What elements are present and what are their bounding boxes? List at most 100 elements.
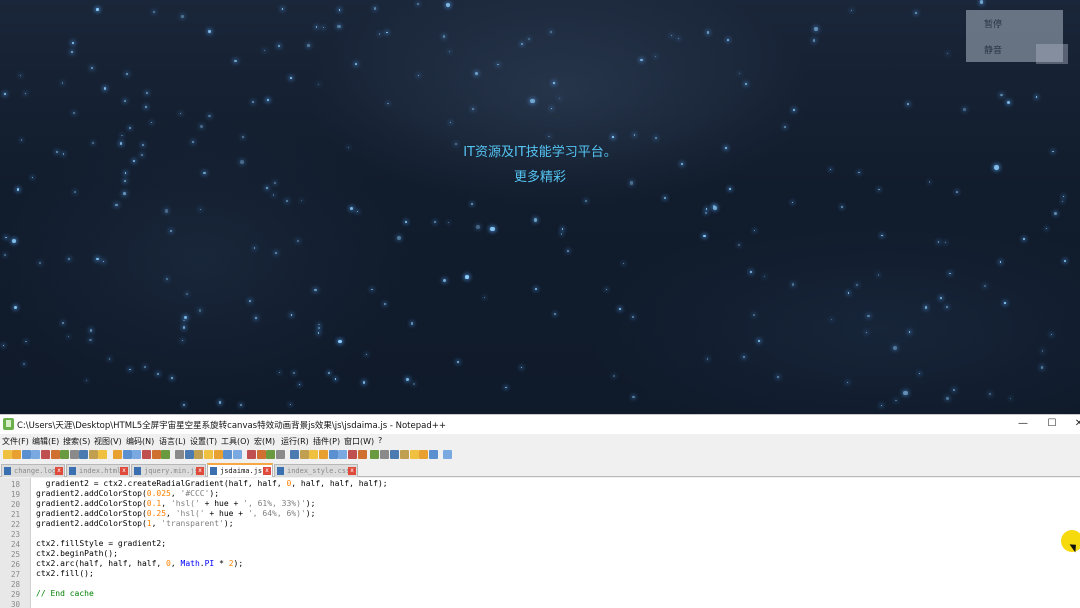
close-tab-icon[interactable]: x bbox=[263, 467, 271, 475]
close-tab-icon[interactable]: x bbox=[55, 467, 63, 475]
star bbox=[61, 82, 63, 84]
star bbox=[847, 382, 849, 384]
more-link[interactable]: 更多精彩 bbox=[0, 166, 1080, 185]
toolbar-icon[interactable] bbox=[348, 450, 357, 459]
toolbar-icon[interactable] bbox=[266, 450, 275, 459]
toolbar-icon[interactable] bbox=[300, 450, 309, 459]
star bbox=[179, 112, 182, 115]
star bbox=[484, 297, 486, 299]
toolbar-icon[interactable] bbox=[370, 450, 379, 459]
menu-settings[interactable]: 设置(T) bbox=[190, 436, 217, 447]
toolbar-icon[interactable] bbox=[429, 450, 438, 459]
menu-language[interactable]: 语言(L) bbox=[159, 436, 186, 447]
pause-button[interactable]: 暂停 bbox=[984, 17, 1002, 30]
star bbox=[12, 238, 17, 243]
menu-plugins[interactable]: 插件(P) bbox=[313, 436, 340, 447]
menu-run[interactable]: 运行(R) bbox=[281, 436, 309, 447]
star bbox=[266, 186, 269, 190]
toolbar-icon[interactable] bbox=[290, 450, 299, 459]
toolbar-icon[interactable] bbox=[257, 450, 266, 459]
star bbox=[703, 234, 706, 237]
toolbar-icon[interactable] bbox=[89, 450, 98, 459]
menu-view[interactable]: 视图(V) bbox=[94, 436, 122, 447]
menu-edit[interactable]: 编辑(E) bbox=[32, 436, 59, 447]
toolbar-icon[interactable] bbox=[214, 450, 223, 459]
toolbar-icon[interactable] bbox=[247, 450, 256, 459]
toolbar-icon[interactable] bbox=[419, 450, 428, 459]
toolbar-icon[interactable] bbox=[390, 450, 399, 459]
star bbox=[776, 375, 779, 378]
toolbar-icon[interactable] bbox=[329, 450, 338, 459]
toolbar-icon[interactable] bbox=[22, 450, 31, 459]
menu-file[interactable]: 文件(F) bbox=[2, 436, 29, 447]
menu-macro[interactable]: 宏(M) bbox=[254, 436, 275, 447]
star bbox=[1045, 227, 1047, 229]
toolbar-icon[interactable] bbox=[443, 450, 452, 459]
star bbox=[314, 288, 317, 292]
toolbar-icon[interactable] bbox=[358, 450, 367, 459]
toolbar-icon[interactable] bbox=[98, 450, 107, 459]
toolbar-icon[interactable] bbox=[41, 450, 50, 459]
toolbar-icon[interactable] bbox=[152, 450, 161, 459]
toolbar-icon[interactable] bbox=[3, 450, 12, 459]
tab-change-log[interactable]: change.log x bbox=[1, 464, 65, 477]
menu-tools[interactable]: 工具(O) bbox=[221, 436, 250, 447]
menu-window[interactable]: 窗口(W) bbox=[344, 436, 374, 447]
toolbar-icon[interactable] bbox=[338, 450, 347, 459]
toolbar-icon[interactable] bbox=[132, 450, 141, 459]
star bbox=[663, 196, 667, 200]
tab-index-style-css[interactable]: index_style.css x bbox=[274, 464, 358, 477]
star bbox=[706, 358, 709, 360]
toolbar-icon[interactable] bbox=[380, 450, 389, 459]
tab-jquery-min-js[interactable]: jquery.min.js x bbox=[131, 464, 206, 477]
title-bar[interactable]: C:\Users\天涯\Desktop\HTML5全屏宇宙星空星系旋转canva… bbox=[0, 415, 1080, 434]
tab-label: jquery.min.js bbox=[144, 467, 199, 475]
toolbar-icon[interactable] bbox=[60, 450, 69, 459]
toolbar-icon[interactable] bbox=[113, 450, 122, 459]
star bbox=[533, 218, 538, 222]
star bbox=[103, 87, 107, 90]
toolbar-icon[interactable] bbox=[175, 450, 184, 459]
toolbar-icon[interactable] bbox=[161, 450, 170, 459]
code-editor[interactable]: 18 19 20 21 22 23 24 25 26 27 28 29 30 g… bbox=[0, 478, 1080, 608]
close-tab-icon[interactable]: x bbox=[348, 467, 356, 475]
toolbar-icon[interactable] bbox=[400, 450, 409, 459]
star bbox=[318, 324, 320, 326]
star bbox=[812, 39, 816, 42]
toolbar-icon[interactable] bbox=[79, 450, 88, 459]
star bbox=[1000, 261, 1002, 263]
toolbar-icon[interactable] bbox=[123, 450, 132, 459]
toolbar-icon[interactable] bbox=[233, 450, 242, 459]
toolbar-icon[interactable] bbox=[194, 450, 203, 459]
minimize-button[interactable]: — bbox=[1016, 418, 1030, 429]
toolbar-icon[interactable] bbox=[223, 450, 232, 459]
close-tab-icon[interactable]: x bbox=[196, 467, 204, 475]
star bbox=[1050, 333, 1053, 336]
star bbox=[867, 314, 870, 318]
menu-help[interactable]: ? bbox=[378, 436, 382, 445]
toolbar-icon[interactable] bbox=[185, 450, 194, 459]
toolbar-icon[interactable] bbox=[204, 450, 213, 459]
star bbox=[893, 345, 898, 350]
toolbar-icon[interactable] bbox=[142, 450, 151, 459]
toolbar-icon[interactable] bbox=[276, 450, 285, 459]
menu-encoding[interactable]: 编码(N) bbox=[126, 436, 154, 447]
mute-button[interactable]: 静音 bbox=[984, 43, 1002, 56]
toolbar-icon[interactable] bbox=[31, 450, 40, 459]
toolbar-icon[interactable] bbox=[51, 450, 60, 459]
toolbar-icon[interactable] bbox=[319, 450, 328, 459]
star bbox=[318, 326, 321, 329]
close-tab-icon[interactable]: x bbox=[120, 467, 128, 475]
menu-search[interactable]: 搜索(S) bbox=[63, 436, 90, 447]
maximize-button[interactable]: ☐ bbox=[1045, 418, 1059, 429]
toolbar-icon[interactable] bbox=[12, 450, 21, 459]
toolbar-icon[interactable] bbox=[410, 450, 419, 459]
tab-index-html[interactable]: index.html x bbox=[66, 464, 130, 477]
close-button[interactable]: ✕ bbox=[1072, 418, 1080, 429]
toolbar-icon[interactable] bbox=[309, 450, 318, 459]
toolbar-icon[interactable] bbox=[70, 450, 79, 459]
star bbox=[144, 106, 147, 109]
tab-jsdaima-js[interactable]: jsdaima.js x bbox=[207, 463, 273, 477]
star bbox=[281, 7, 284, 10]
star bbox=[706, 31, 709, 34]
